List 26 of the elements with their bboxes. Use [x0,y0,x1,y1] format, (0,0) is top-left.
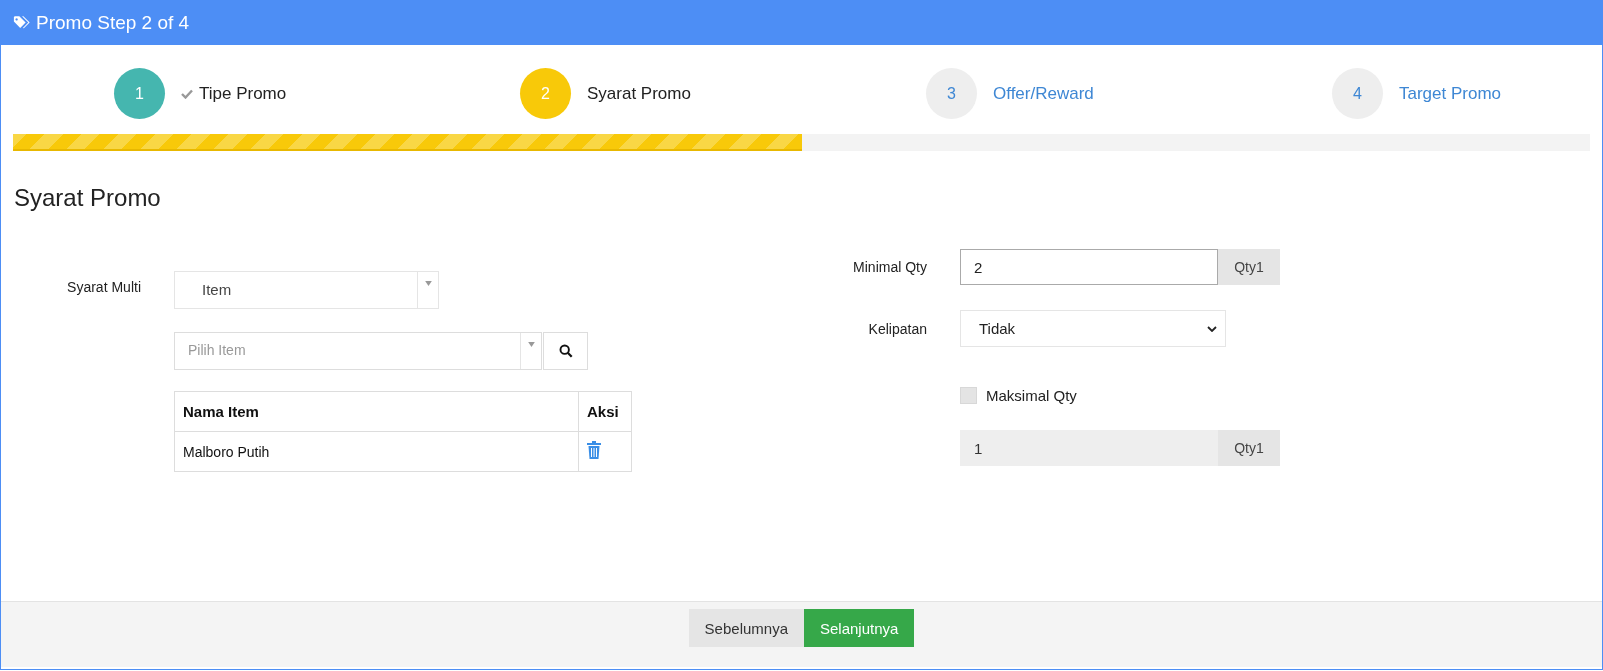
select-field[interactable]: Tidak [960,310,1226,347]
step-label[interactable]: Tipe Promo [199,83,287,104]
unit-addon: Qty1 [1218,249,1280,285]
dropdown-arrow-icon [424,281,432,286]
search-icon [558,344,573,358]
field-label: Kelipatan [867,320,927,337]
table-cell: Malboro Putih [174,431,579,472]
tags-icon [13,15,31,30]
dropdown-arrow-icon [527,342,535,347]
check-icon [181,88,193,99]
step-label[interactable]: Syarat Promo [587,83,691,104]
field-label: Minimal Qty [852,259,927,275]
quantity-input[interactable]: 2 [960,249,1218,285]
search-button[interactable] [543,332,588,370]
chevron-down-icon [1207,325,1217,332]
field-label: Syarat Multi [66,278,141,295]
column-header: Aksi [578,391,632,432]
select-field[interactable]: Item [174,271,439,309]
previous-button[interactable]: Sebelumnya [688,609,804,647]
column-header: Nama Item [174,391,579,432]
section-title: Syarat Promo [14,184,162,212]
step-label[interactable]: Target Promo [1399,83,1502,104]
window-title: Promo Step 2 of 4 [36,11,190,34]
unit-addon: Qty1 [1218,430,1280,466]
trash-icon[interactable] [587,441,601,459]
step-label[interactable]: Offer/Reward [993,83,1094,104]
